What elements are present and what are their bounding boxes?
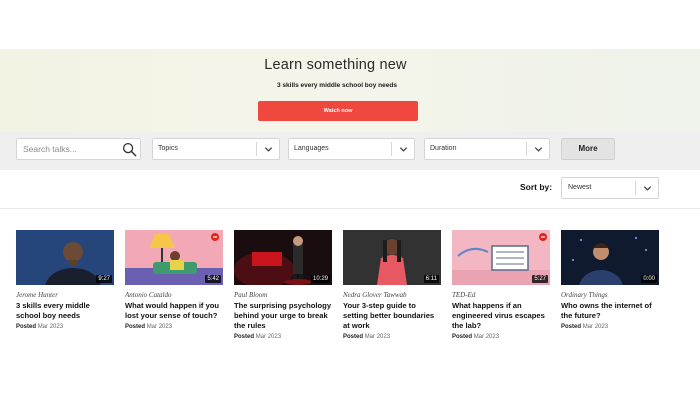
duration-badge: 0:00 bbox=[641, 275, 657, 283]
topics-dropdown[interactable]: Topics bbox=[152, 138, 280, 160]
talk-title[interactable]: Who owns the internet of the future? bbox=[561, 301, 659, 321]
talk-card[interactable]: 5:42 Antonio Cataldo What would happen i… bbox=[125, 230, 223, 330]
talk-title[interactable]: What happens if an engineered virus esca… bbox=[452, 301, 550, 331]
sort-value: Newest bbox=[568, 184, 592, 191]
sort-dropdown[interactable]: Newest bbox=[561, 177, 659, 199]
topics-label: Topics bbox=[158, 145, 178, 152]
chevron-down-icon bbox=[264, 147, 273, 152]
search-icon[interactable] bbox=[122, 142, 137, 157]
duration-badge: 10:29 bbox=[310, 275, 330, 283]
search-placeholder: Search talks... bbox=[23, 144, 77, 154]
talk-author[interactable]: Ordinary Things bbox=[561, 291, 659, 299]
dropdown-divider bbox=[635, 181, 636, 195]
languages-label: Languages bbox=[294, 145, 329, 152]
talk-author[interactable]: Jerome Hunter bbox=[16, 291, 114, 299]
talk-card[interactable]: 9:27 Jerome Hunter 3 skills every middle… bbox=[16, 230, 114, 330]
duration-label: Duration bbox=[430, 145, 457, 152]
talk-card[interactable]: 10:29 Paul Bloom The surprising psycholo… bbox=[234, 230, 332, 340]
search-input[interactable]: Search talks... bbox=[16, 138, 141, 160]
talk-author[interactable]: Nedra Glover Tawwab bbox=[343, 291, 441, 299]
talk-author[interactable]: Paul Bloom bbox=[234, 291, 332, 299]
duration-badge: 5:27 bbox=[532, 275, 548, 283]
dropdown-divider bbox=[391, 142, 392, 156]
languages-dropdown[interactable]: Languages bbox=[288, 138, 415, 160]
duration-badge: 6:11 bbox=[423, 275, 439, 283]
watch-now-button[interactable]: Watch now bbox=[258, 101, 418, 121]
filter-bar: Search talks... Topics Languages Duratio… bbox=[0, 132, 700, 170]
talk-thumbnail[interactable]: 0:00 bbox=[561, 230, 659, 285]
posted-date: Posted Mar 2023 bbox=[234, 334, 282, 340]
hero-subtitle[interactable]: 3 skills every middle school boy needs bbox=[0, 82, 674, 89]
section-divider bbox=[0, 208, 700, 209]
chevron-down-icon bbox=[534, 147, 543, 152]
talk-card[interactable]: 0:00 Ordinary Things Who owns the intern… bbox=[561, 230, 659, 330]
talk-thumbnail[interactable]: 9:27 bbox=[16, 230, 114, 285]
posted-date: Posted Mar 2023 bbox=[343, 334, 391, 340]
sort-label: Sort by: bbox=[520, 182, 553, 192]
talk-thumbnail[interactable]: 5:42 bbox=[125, 230, 223, 285]
chevron-down-icon bbox=[643, 186, 652, 191]
dropdown-divider bbox=[526, 142, 527, 156]
talk-thumbnail[interactable]: 10:29 bbox=[234, 230, 332, 285]
hero-title: Learn something new bbox=[264, 57, 407, 73]
duration-badge: 9:27 bbox=[96, 275, 112, 283]
talk-thumbnail[interactable]: 6:11 bbox=[343, 230, 441, 285]
posted-date: Posted Mar 2023 bbox=[125, 324, 173, 330]
talk-card[interactable]: 5:27 TED-Ed What happens if an engineere… bbox=[452, 230, 550, 340]
talk-title[interactable]: Your 3-step guide to setting better boun… bbox=[343, 301, 441, 331]
talk-author[interactable]: TED-Ed bbox=[452, 291, 550, 299]
dropdown-divider bbox=[256, 142, 257, 156]
talk-title[interactable]: 3 skills every middle school boy needs bbox=[16, 301, 114, 321]
duration-badge: 5:42 bbox=[205, 275, 221, 283]
posted-date: Posted Mar 2023 bbox=[16, 324, 64, 330]
talk-title[interactable]: The surprising psychology behind your ur… bbox=[234, 301, 332, 331]
talk-author[interactable]: Antonio Cataldo bbox=[125, 291, 223, 299]
posted-date: Posted Mar 2023 bbox=[452, 334, 500, 340]
talk-card[interactable]: 6:11 Nedra Glover Tawwab Your 3-step gui… bbox=[343, 230, 441, 340]
talk-thumbnail[interactable]: 5:27 bbox=[452, 230, 550, 285]
more-button[interactable]: More bbox=[561, 138, 615, 160]
posted-date: Posted Mar 2023 bbox=[561, 324, 609, 330]
hero-banner: Learn something new 3 skills every middl… bbox=[0, 49, 700, 132]
chevron-down-icon bbox=[399, 147, 408, 152]
duration-dropdown[interactable]: Duration bbox=[424, 138, 550, 160]
talk-title[interactable]: What would happen if you lost your sense… bbox=[125, 301, 223, 321]
